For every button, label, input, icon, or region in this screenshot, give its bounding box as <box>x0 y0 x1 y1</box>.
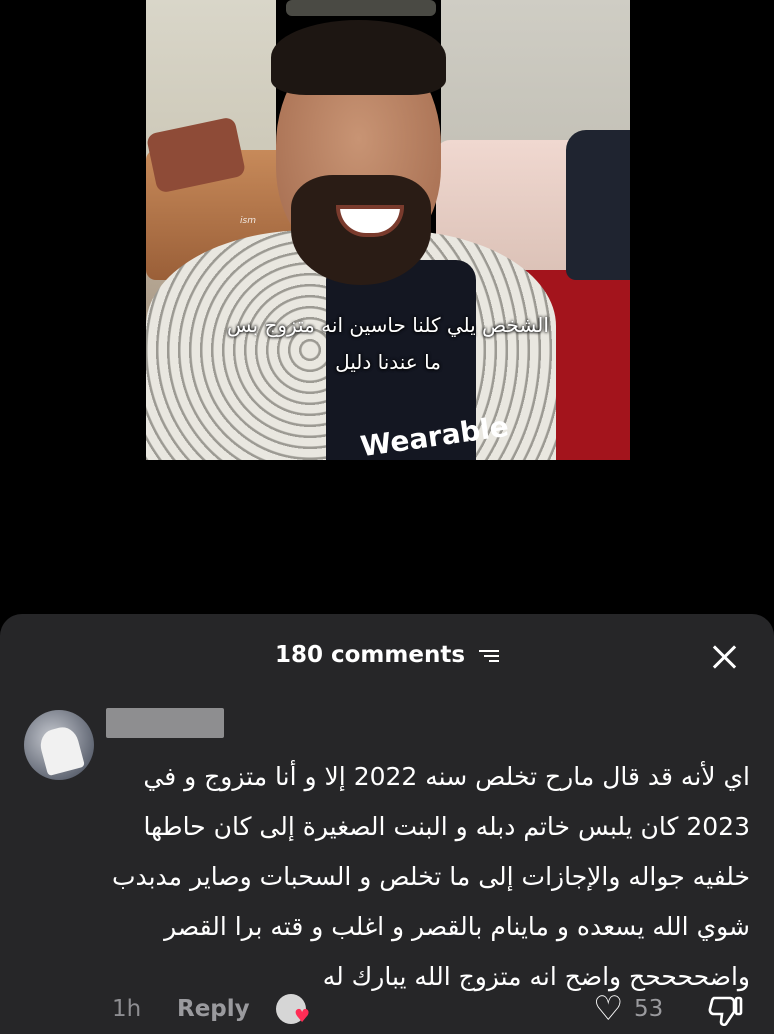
close-icon[interactable] <box>709 642 739 672</box>
creator-liked-avatar: ♥ <box>276 994 310 1026</box>
reply-button[interactable]: Reply <box>177 996 250 1022</box>
comment-time: 1h <box>112 996 142 1022</box>
comments-sheet: 180 comments اي لأنه قد قال مارح تخلص سن… <box>0 614 774 1034</box>
hair <box>271 20 446 95</box>
comments-header[interactable]: 180 comments <box>0 642 774 668</box>
comment-line: واضححححح واضح انه متزوج الله يبارك له <box>322 962 750 991</box>
comment-line: 2023 كان يلبس خاتم دبله و البنت الصغيرة … <box>143 812 750 841</box>
comment-line: خلفيه جواله والإجازات إلى ما تخلص و السح… <box>111 862 750 891</box>
comment-line: شوي الله يسعده و ماينام بالقصر و اغلب و … <box>164 912 750 941</box>
video-frame[interactable]: Wearable ism <box>146 0 630 460</box>
comment-body: اي لأنه قد قال مارح تخلص سنه 2022 إلا و … <box>100 752 750 1002</box>
video-caption-line1: الشخص يلي كلنا حاسين انه متزوج بس <box>227 313 549 337</box>
username-redacted[interactable] <box>106 708 224 738</box>
like-heart-icon[interactable]: ♡ <box>593 992 623 1026</box>
background-person <box>566 130 630 280</box>
avatar[interactable] <box>24 710 94 780</box>
dislike-icon[interactable] <box>708 994 744 1026</box>
comments-count-title: 180 comments <box>274 642 466 668</box>
heart-icon: ♥ <box>294 1006 311 1027</box>
like-count: 53 <box>634 996 664 1022</box>
sunglasses <box>286 0 436 16</box>
comment-line: اي لأنه قد قال مارح تخلص سنه 2022 إلا و … <box>143 762 750 791</box>
video-caption-line2: ما عندنا دليل <box>335 350 441 374</box>
watermark: ism <box>240 216 256 226</box>
filter-icon[interactable] <box>479 648 500 664</box>
avatar-figure <box>36 723 86 777</box>
